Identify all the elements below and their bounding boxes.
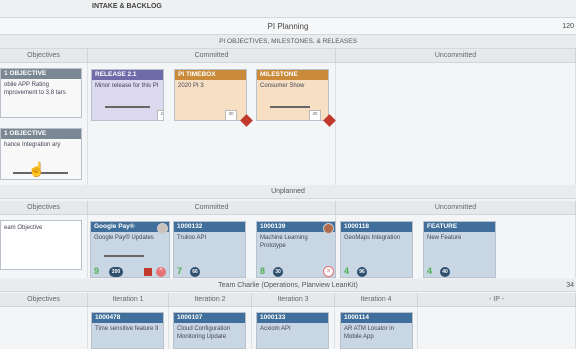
col-uncommitted-1: Uncommitted bbox=[336, 49, 576, 63]
unplanned-band[interactable]: Unplanned bbox=[0, 185, 576, 199]
card-count: 9 bbox=[94, 266, 100, 276]
feature-card[interactable]: FEATURE New Feature 4 40 bbox=[423, 221, 496, 278]
objective-card[interactable]: 1 OBJECTIVE obile APP Rating mprovement … bbox=[0, 68, 82, 118]
card-count: 4 bbox=[427, 266, 433, 276]
col-iteration-4: Iteration 4 bbox=[335, 293, 418, 307]
timebox-card[interactable]: PI TIMEBOX 2020 PI 3 30 bbox=[174, 69, 247, 121]
iteration-card-body: Acxiom API bbox=[260, 326, 291, 332]
objective-card-body: obile APP Rating mprovement to 3.8 tars bbox=[4, 82, 66, 96]
feature-card-header: 1000132 bbox=[174, 222, 245, 232]
iteration-card-body: Time sensitive feature II bbox=[95, 326, 159, 332]
iteration-card-header: 1000478 bbox=[92, 313, 163, 323]
milestone-card-body: Consumer Show bbox=[260, 83, 305, 89]
team-charlie-title: Team Charlie (Operations, Planview LeanK… bbox=[218, 282, 358, 289]
points-badge: 200 bbox=[109, 267, 123, 277]
col-iteration-2: Iteration 2 bbox=[169, 293, 252, 307]
feature-card[interactable]: 1000139 Machine Learning Prototype 8 30 … bbox=[256, 221, 336, 278]
iteration-card[interactable]: 1000114 AR ATM Locator in Mobile App bbox=[340, 312, 413, 349]
pi-planning-band[interactable]: PI Planning 120 bbox=[0, 18, 576, 35]
points-badge: 40 bbox=[440, 267, 450, 277]
unplanned-title: Unplanned bbox=[271, 188, 305, 195]
col-committed-1: Committed bbox=[88, 49, 336, 63]
objective-card-header: 1 OBJECTIVE bbox=[1, 129, 81, 139]
close-circle-icon[interactable]: × bbox=[323, 266, 334, 277]
release-card-body: Minor release for this PI bbox=[95, 83, 159, 89]
feature-card-header: 1000118 bbox=[341, 222, 412, 232]
iteration-card[interactable]: 1000107 Cloud Configuration Monitoring U… bbox=[173, 312, 246, 349]
col-objectives-3: Objectives bbox=[0, 293, 88, 307]
pi-planning-count: 120 bbox=[562, 23, 574, 30]
lane-objectives-3 bbox=[0, 307, 88, 349]
col-committed-2: Committed bbox=[88, 201, 336, 215]
col-objectives-1: Objectives bbox=[0, 49, 88, 63]
progress-bar bbox=[104, 255, 144, 257]
feature-card-header: FEATURE bbox=[424, 222, 495, 232]
iteration-card[interactable]: 1000478 Time sensitive feature II bbox=[91, 312, 164, 349]
points-badge: 96 bbox=[357, 267, 367, 277]
points-badge: 30 bbox=[273, 267, 283, 277]
intake-backlog-title: INTAKE & BACKLOG bbox=[92, 3, 162, 10]
feature-card[interactable]: Google Pay® Google Pay® Updates 9 200 ^ bbox=[90, 221, 170, 278]
team-charlie-band[interactable]: Team Charlie (Operations, Planview LeanK… bbox=[0, 279, 576, 292]
team-objective-body: eam Objective bbox=[4, 225, 43, 231]
objective-card-header: 1 OBJECTIVE bbox=[1, 69, 81, 79]
blocked-icon[interactable] bbox=[144, 268, 152, 276]
arrow-up-icon[interactable]: ^ bbox=[156, 267, 166, 277]
iteration-card-body: AR ATM Locator in Mobile App bbox=[344, 326, 394, 340]
release-date: 29 bbox=[157, 110, 163, 120]
col-iteration-1: Iteration 1 bbox=[88, 293, 169, 307]
timebox-card-header: PI TIMEBOX bbox=[175, 70, 246, 80]
team-charlie-count: 34 bbox=[566, 282, 574, 289]
hand-cursor-icon: ☝ bbox=[28, 161, 46, 177]
feature-card-body: GeoMaps Integration bbox=[344, 235, 401, 241]
iteration-card-body: Cloud Configuration Monitoring Update bbox=[177, 326, 231, 340]
objective-card-body: hance Integration ary bbox=[4, 142, 61, 148]
milestone-date: 30 bbox=[309, 110, 321, 120]
avatar bbox=[323, 223, 334, 234]
card-count: 4 bbox=[344, 266, 350, 276]
card-count: 8 bbox=[260, 266, 266, 276]
release-card[interactable]: RELEASE 2.1 Minor release for this PI 29 bbox=[91, 69, 164, 121]
col-ip: - IP - bbox=[418, 293, 576, 307]
intake-backlog-band[interactable]: INTAKE & BACKLOG bbox=[0, 0, 576, 18]
col-uncommitted-2: Uncommitted bbox=[336, 201, 576, 215]
col-objectives-2: Objectives bbox=[0, 201, 88, 215]
card-count: 7 bbox=[177, 266, 183, 276]
iteration-card[interactable]: 1000133 Acxiom API bbox=[256, 312, 329, 349]
team-objective-card[interactable]: eam Objective bbox=[0, 220, 82, 270]
milestone-card-header: MILESTONE bbox=[257, 70, 328, 80]
avatar bbox=[157, 223, 168, 234]
lane-ip bbox=[418, 307, 576, 349]
timebox-card-body: 2020 PI 3 bbox=[178, 83, 204, 89]
progress-bar bbox=[270, 106, 310, 108]
iteration-card-header: 1000133 bbox=[257, 313, 328, 323]
pi-objectives-title: PI OBJECTIVES, MILESTONES, & RELEASES bbox=[219, 38, 357, 45]
iteration-card-header: 1000114 bbox=[341, 313, 412, 323]
col-iteration-3: Iteration 3 bbox=[252, 293, 335, 307]
feature-card-body: Trulioo API bbox=[177, 235, 207, 241]
feature-card[interactable]: 1000132 Trulioo API 7 66 bbox=[173, 221, 246, 278]
pi-objectives-band[interactable]: PI OBJECTIVES, MILESTONES, & RELEASES bbox=[0, 35, 576, 49]
lane-uncommitted-1 bbox=[336, 63, 576, 185]
feature-card-body: Google Pay® Updates bbox=[94, 235, 154, 241]
iteration-card-header: 1000107 bbox=[174, 313, 245, 323]
feature-card-body: Machine Learning Prototype bbox=[260, 235, 308, 249]
points-badge: 66 bbox=[190, 267, 200, 277]
release-card-header: RELEASE 2.1 bbox=[92, 70, 163, 80]
pi-planning-title: PI Planning bbox=[267, 22, 309, 31]
milestone-card[interactable]: MILESTONE Consumer Show 30 bbox=[256, 69, 329, 121]
timebox-date: 30 bbox=[225, 110, 237, 120]
feature-card[interactable]: 1000118 GeoMaps Integration 4 96 bbox=[340, 221, 413, 278]
feature-card-body: New Feature bbox=[427, 235, 462, 241]
progress-bar bbox=[105, 106, 150, 108]
